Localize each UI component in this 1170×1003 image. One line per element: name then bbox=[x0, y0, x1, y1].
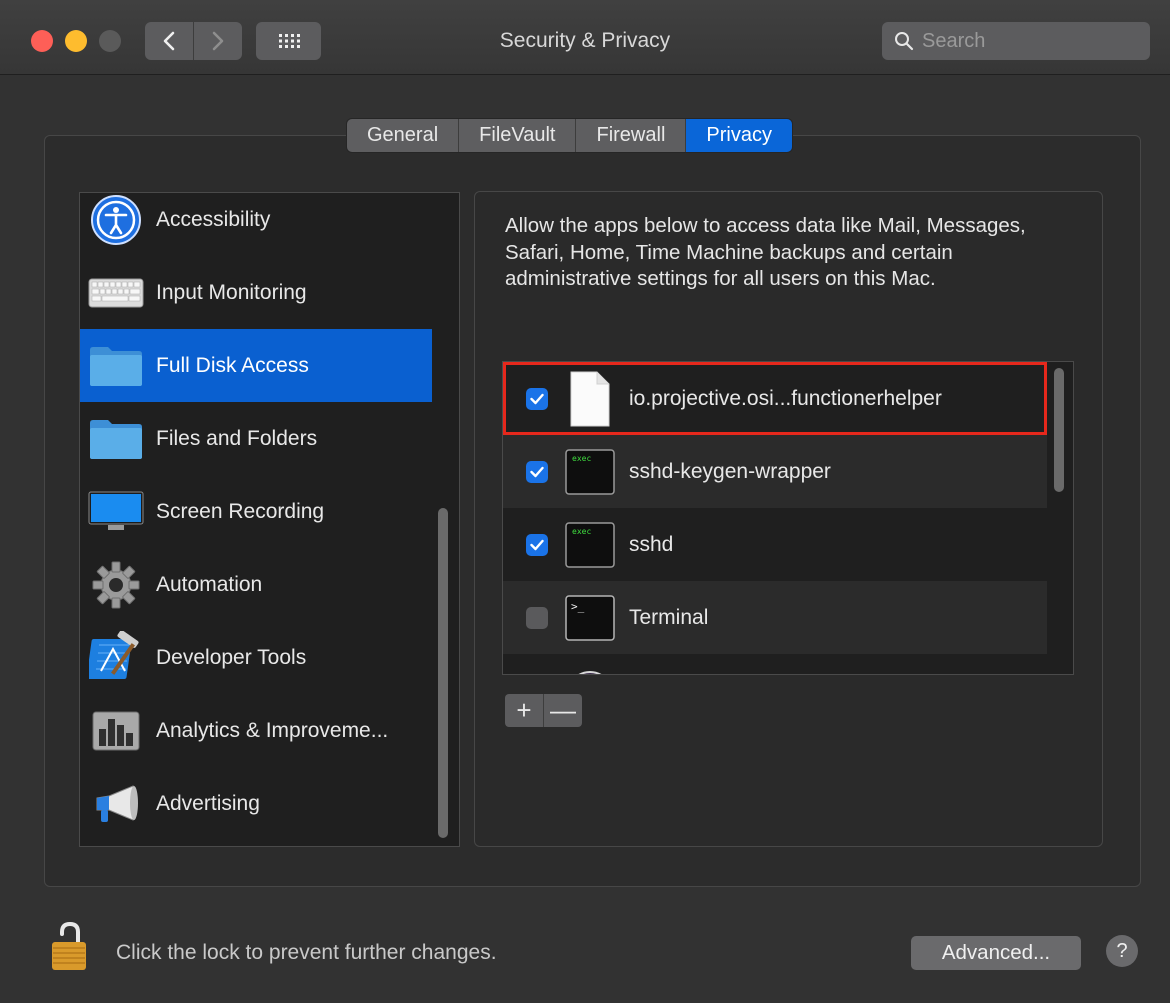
sidebar-item-automation[interactable]: Automation bbox=[80, 548, 432, 621]
app-icon bbox=[565, 666, 615, 674]
search-icon bbox=[895, 32, 914, 51]
exec-icon: exec bbox=[565, 520, 615, 570]
lock-status-text: Click the lock to prevent further change… bbox=[116, 941, 497, 964]
search-field[interactable]: Search bbox=[882, 22, 1150, 60]
document-icon bbox=[565, 371, 615, 426]
exec-icon: exec bbox=[565, 447, 615, 497]
app-row-helper[interactable]: io.projective.osi...functionerhelper bbox=[503, 362, 1047, 435]
tab-filevault[interactable]: FileVault bbox=[459, 119, 577, 152]
app-row-sshd-keygen-wrapper[interactable]: exec sshd-keygen-wrapper bbox=[503, 435, 1047, 508]
folder-icon bbox=[88, 338, 144, 394]
app-checkbox[interactable] bbox=[526, 606, 548, 629]
sidebar-item-label: Files and Folders bbox=[156, 426, 318, 450]
sidebar-item-developer-tools[interactable]: Developer Tools bbox=[80, 621, 432, 694]
folder-icon bbox=[88, 411, 144, 467]
keyboard-icon bbox=[88, 265, 144, 321]
sidebar-item-label: Automation bbox=[156, 572, 263, 596]
display-icon bbox=[88, 484, 144, 540]
app-list[interactable]: io.projective.osi...functionerhelper exe… bbox=[502, 361, 1074, 675]
sidebar-item-label: Developer Tools bbox=[156, 645, 307, 669]
app-row-terminal[interactable]: >_ Terminal bbox=[503, 581, 1047, 654]
checkmark-icon bbox=[530, 393, 544, 404]
svg-text:exec: exec bbox=[572, 527, 591, 536]
search-placeholder: Search bbox=[922, 29, 986, 52]
terminal-icon: >_ bbox=[565, 593, 615, 643]
app-checkbox[interactable] bbox=[526, 533, 548, 556]
advanced-button[interactable]: Advanced... bbox=[911, 936, 1081, 970]
sidebar-item-label: Full Disk Access bbox=[156, 353, 309, 377]
help-button[interactable]: ? bbox=[1106, 935, 1138, 967]
tab-firewall[interactable]: Firewall bbox=[576, 119, 687, 152]
app-name: sshd bbox=[629, 532, 674, 556]
sidebar-item-accessibility[interactable]: Accessibility bbox=[80, 193, 432, 256]
megaphone-icon bbox=[88, 776, 144, 832]
xcode-hammer-icon bbox=[88, 630, 144, 686]
privacy-category-list[interactable]: Accessibility Input Monitoring Full Disk… bbox=[79, 192, 460, 847]
lock-icon[interactable] bbox=[50, 920, 90, 972]
tab-privacy[interactable]: Privacy bbox=[686, 119, 792, 152]
sidebar-item-label: Analytics & Improveme... bbox=[156, 718, 389, 742]
svg-text:exec: exec bbox=[572, 454, 591, 463]
app-name: sshd-keygen-wrapper bbox=[629, 459, 831, 483]
sidebar-item-label: Advertising bbox=[156, 791, 260, 815]
checkmark-icon bbox=[530, 539, 544, 550]
app-checkbox[interactable] bbox=[526, 460, 548, 483]
gear-icon bbox=[88, 557, 144, 613]
sidebar-item-analytics[interactable]: Analytics & Improveme... bbox=[80, 694, 432, 767]
sidebar-item-input-monitoring[interactable]: Input Monitoring bbox=[80, 256, 432, 329]
sidebar-scrollbar[interactable] bbox=[438, 508, 448, 838]
sidebar-item-advertising[interactable]: Advertising bbox=[80, 767, 432, 840]
remove-app-button[interactable]: — bbox=[544, 694, 582, 727]
checkmark-icon bbox=[530, 466, 544, 477]
sidebar-item-full-disk-access[interactable]: Full Disk Access bbox=[80, 329, 432, 402]
app-row-partial[interactable] bbox=[503, 654, 1047, 674]
app-name: io.projective.osi...functionerhelper bbox=[629, 386, 942, 410]
privacy-description: Allow the apps below to access data like… bbox=[505, 214, 1026, 290]
add-app-button[interactable]: + bbox=[505, 694, 544, 727]
tab-general[interactable]: General bbox=[347, 119, 460, 152]
sidebar-item-screen-recording[interactable]: Screen Recording bbox=[80, 475, 432, 548]
sidebar-item-label: Accessibility bbox=[156, 207, 271, 231]
sidebar-item-files-and-folders[interactable]: Files and Folders bbox=[80, 402, 432, 475]
tab-bar: General FileVault Firewall Privacy bbox=[347, 119, 792, 152]
app-row-sshd[interactable]: exec sshd bbox=[503, 508, 1047, 581]
accessibility-icon bbox=[88, 193, 144, 248]
add-remove-buttons: + — bbox=[505, 694, 582, 727]
app-list-scrollbar[interactable] bbox=[1054, 368, 1064, 492]
app-checkbox[interactable] bbox=[526, 387, 548, 410]
titlebar: Security & Privacy Search bbox=[0, 0, 1170, 75]
bar-chart-icon bbox=[88, 703, 144, 759]
svg-text:>_: >_ bbox=[571, 600, 585, 613]
sidebar-item-label: Input Monitoring bbox=[156, 280, 307, 304]
sidebar-item-label: Screen Recording bbox=[156, 499, 325, 523]
security-privacy-window: Security & Privacy Search General FileVa… bbox=[0, 0, 1170, 1003]
app-name: Terminal bbox=[629, 605, 709, 629]
